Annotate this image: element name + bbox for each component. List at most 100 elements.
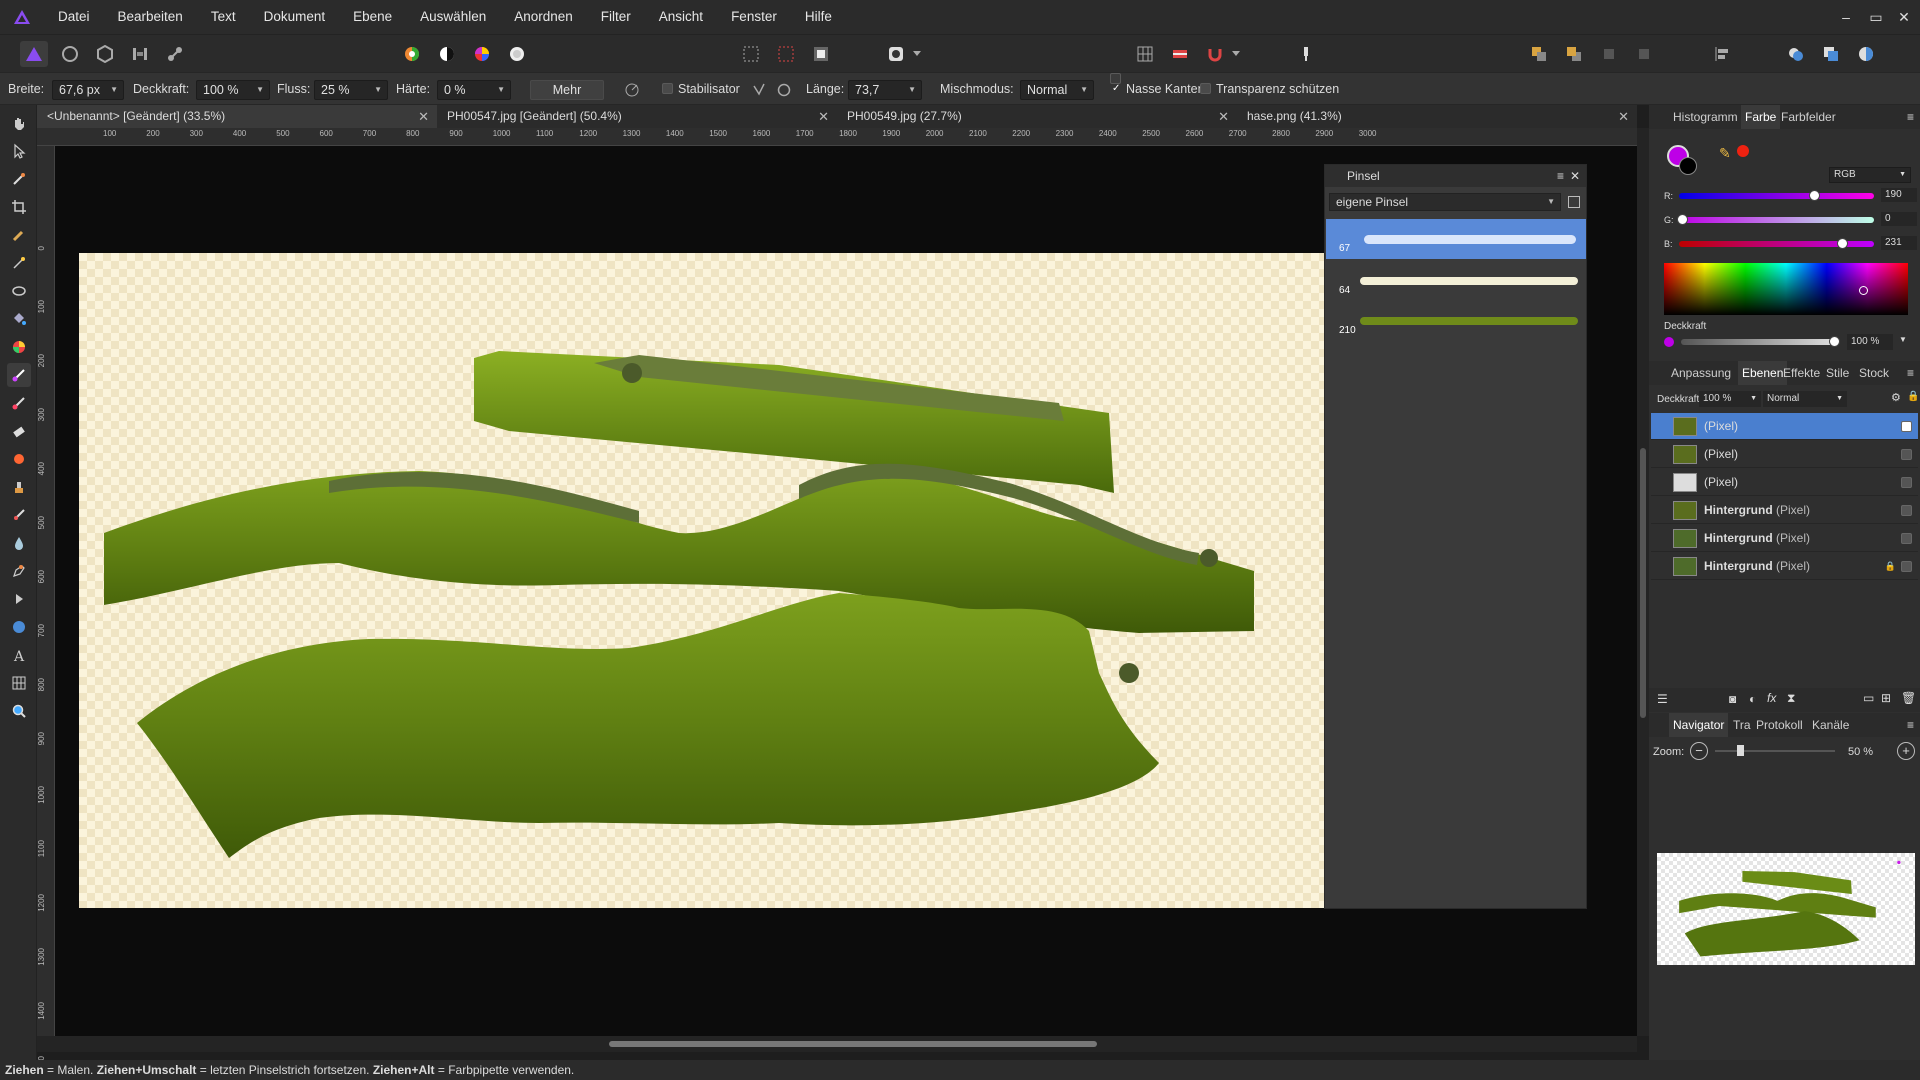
g-slider[interactable]: [1679, 217, 1874, 223]
mesh-warp-tool-icon[interactable]: [7, 671, 31, 695]
lock-icon[interactable]: 🔒: [1885, 553, 1896, 580]
tab-anpassung[interactable]: Anpassung: [1671, 361, 1731, 385]
develop-persona-icon[interactable]: [91, 41, 119, 67]
haerte-field[interactable]: 0 % ▼: [437, 80, 511, 100]
zoom-value[interactable]: 50 %: [1848, 746, 1873, 758]
vertical-scrollbar[interactable]: [1637, 128, 1649, 1036]
auto-levels-icon[interactable]: [398, 41, 426, 67]
paint-brush-tool-icon[interactable]: [7, 363, 31, 387]
crop-tool-icon[interactable]: [7, 195, 31, 219]
secondary-color-swatch[interactable]: [1679, 157, 1697, 175]
live-filter-icon[interactable]: ⧗: [1787, 691, 1795, 706]
node-tool-icon[interactable]: [7, 587, 31, 611]
menu-anordnen[interactable]: Anordnen: [500, 0, 587, 34]
opacity-slider-knob[interactable]: [1829, 336, 1840, 347]
hand-tool-icon[interactable]: [7, 111, 31, 135]
layer-row[interactable]: Hintergrund (Pixel): [1651, 525, 1918, 552]
panel-menu-icon[interactable]: ≡: [1907, 713, 1914, 737]
app-logo-icon[interactable]: [0, 0, 44, 34]
menu-dokument[interactable]: Dokument: [250, 0, 340, 34]
zoom-slider[interactable]: [1715, 750, 1835, 752]
zoom-in-icon[interactable]: +: [1897, 742, 1915, 760]
window-mode-icon[interactable]: [770, 77, 798, 103]
auto-colors-icon[interactable]: [468, 41, 496, 67]
r-value-field[interactable]: 190: [1881, 188, 1917, 202]
document-canvas[interactable]: [79, 253, 1379, 908]
assistant-icon[interactable]: [1166, 41, 1194, 67]
color-mode-select[interactable]: RGB ▼: [1829, 167, 1911, 183]
brush-view-icon[interactable]: [1568, 196, 1580, 208]
tab-unbenannt[interactable]: <Unbenannt> [Geändert] (33.5%) ✕: [37, 105, 437, 128]
panel-menu-icon[interactable]: ≡: [1557, 165, 1564, 187]
menu-fenster[interactable]: Fenster: [717, 0, 791, 34]
healing-brush-tool-icon[interactable]: [7, 503, 31, 527]
deckkraft-field[interactable]: 100 % ▼: [196, 80, 270, 100]
g-value-field[interactable]: 0: [1881, 212, 1917, 226]
navigator-preview[interactable]: [1657, 853, 1915, 965]
brush-category-select[interactable]: eigene Pinsel ▼: [1329, 193, 1561, 211]
pen-tool-icon[interactable]: [7, 559, 31, 583]
layer-visibility-checkbox[interactable]: [1901, 421, 1912, 432]
close-icon[interactable]: ✕: [418, 105, 429, 128]
g-slider-knob[interactable]: [1677, 214, 1688, 225]
text-tool-icon[interactable]: A: [7, 643, 31, 667]
export-persona-icon[interactable]: [161, 41, 189, 67]
tab-protokoll[interactable]: Protokoll: [1756, 713, 1803, 737]
flood-select-tool-icon[interactable]: [7, 251, 31, 275]
close-icon[interactable]: ✕: [818, 105, 829, 128]
breite-field[interactable]: 67,6 px ▼: [52, 80, 124, 100]
color-picker-tool-icon[interactable]: [7, 167, 31, 191]
menu-auswaehlen[interactable]: Auswählen: [406, 0, 500, 34]
liquify-persona-icon[interactable]: [56, 41, 84, 67]
pin-icon[interactable]: [1292, 41, 1320, 67]
tab-effekte[interactable]: Effekte: [1783, 361, 1820, 385]
b-slider-knob[interactable]: [1837, 238, 1848, 249]
brush-item[interactable]: 64: [1326, 261, 1586, 301]
tab-ph00549[interactable]: PH00549.jpg (27.7%) ✕: [837, 105, 1237, 128]
menu-ansicht[interactable]: Ansicht: [645, 0, 717, 34]
pixel-tool-icon[interactable]: [7, 391, 31, 415]
spectrum-picker-marker[interactable]: [1859, 286, 1868, 295]
fx-icon[interactable]: fx: [1767, 691, 1776, 705]
tone-mapping-persona-icon[interactable]: [126, 41, 154, 67]
move-tool-icon[interactable]: [7, 139, 31, 163]
layer-visibility-checkbox[interactable]: [1901, 561, 1912, 572]
eyedropper-icon[interactable]: ✎: [1719, 145, 1731, 162]
layer-visibility-checkbox[interactable]: [1901, 505, 1912, 516]
boolean-subtract-icon[interactable]: [1817, 41, 1845, 67]
opacity-slider[interactable]: [1681, 339, 1833, 345]
menu-bearbeiten[interactable]: Bearbeiten: [104, 0, 197, 34]
add-layer-icon[interactable]: ⊞: [1881, 691, 1891, 705]
layer-row[interactable]: Hintergrund (Pixel) 🔒: [1651, 553, 1918, 580]
gradient-tool-icon[interactable]: [7, 335, 31, 359]
auto-contrast-icon[interactable]: [433, 41, 461, 67]
layer-visibility-checkbox[interactable]: [1901, 449, 1912, 460]
tab-transform[interactable]: Tra: [1733, 713, 1751, 737]
layer-visibility-checkbox[interactable]: [1901, 477, 1912, 488]
blur-brush-tool-icon[interactable]: [7, 531, 31, 555]
quick-mask-icon[interactable]: [807, 41, 835, 67]
dodge-tool-icon[interactable]: [7, 447, 31, 471]
r-slider-knob[interactable]: [1809, 190, 1820, 201]
laenge-field[interactable]: 73,7 ▼: [848, 80, 922, 100]
folder-icon[interactable]: ▭: [1863, 691, 1874, 705]
tab-kanaele[interactable]: Kanäle: [1812, 713, 1849, 737]
photo-persona-icon[interactable]: [20, 41, 48, 67]
chevron-down-icon[interactable]: ▼: [1899, 335, 1907, 344]
arrange-front-icon[interactable]: [1560, 41, 1588, 67]
tab-stile[interactable]: Stile: [1826, 361, 1849, 385]
arrange-backward-icon[interactable]: [1630, 41, 1658, 67]
arrange-forward-icon[interactable]: [1595, 41, 1623, 67]
menu-text[interactable]: Text: [197, 0, 250, 34]
layer-row[interactable]: (Pixel): [1651, 469, 1918, 496]
mehr-button[interactable]: Mehr: [530, 80, 604, 100]
stabilisator-checkbox[interactable]: Stabilisator: [662, 73, 740, 106]
snapping-grid-icon[interactable]: [1131, 41, 1159, 67]
color-spectrum[interactable]: [1664, 263, 1908, 315]
tab-navigator[interactable]: Navigator: [1669, 713, 1729, 737]
zoom-slider-knob[interactable]: [1737, 745, 1744, 756]
shape-tool-icon[interactable]: [7, 615, 31, 639]
mask-layer-icon[interactable]: ◙: [1729, 692, 1736, 706]
panel-menu-icon[interactable]: ≡: [1907, 361, 1914, 385]
boolean-add-icon[interactable]: [1782, 41, 1810, 67]
